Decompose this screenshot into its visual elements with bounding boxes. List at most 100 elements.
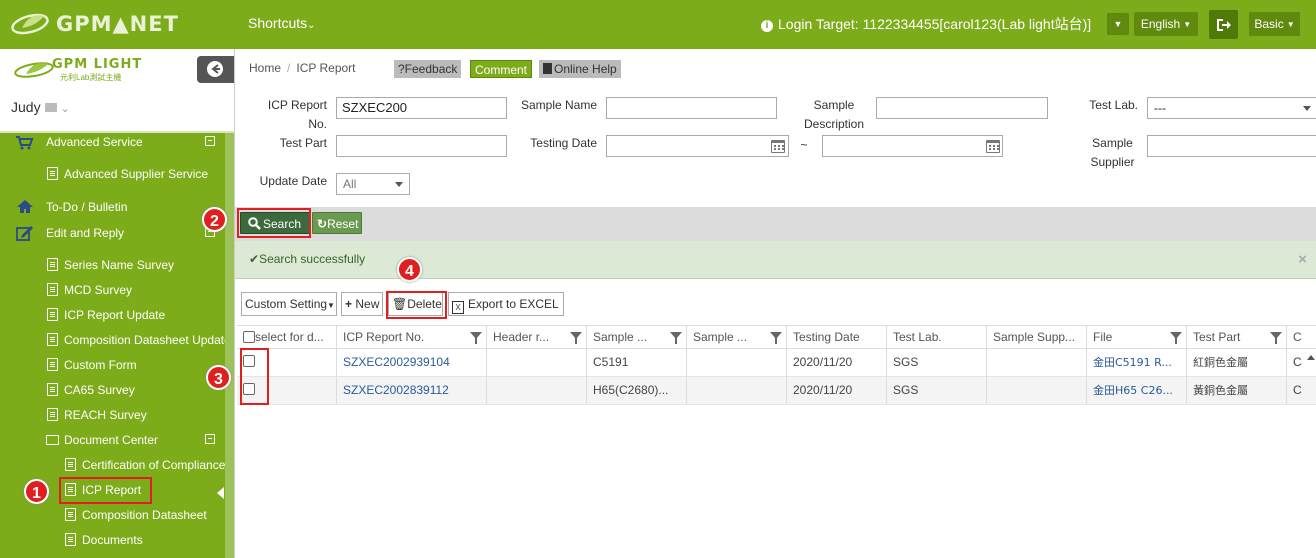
- chevron-down-icon: [1303, 106, 1311, 111]
- filter-icon[interactable]: [770, 332, 782, 344]
- testing-date-to-input[interactable]: [822, 135, 1003, 157]
- online-help-button[interactable]: Online Help: [539, 60, 621, 78]
- test-part-label: Test Part: [279, 136, 327, 150]
- alert-message: ✔Search successfully: [249, 252, 365, 266]
- sidebar-item-advanced-supplier-service[interactable]: Advanced Supplier Service: [0, 163, 225, 185]
- column-sample-supplier[interactable]: Sample Supp...: [987, 326, 1087, 348]
- shortcuts-label: Shortcuts: [248, 15, 308, 31]
- sample-supplier-input[interactable]: [1147, 135, 1316, 157]
- calendar-icon[interactable]: [771, 140, 785, 153]
- column-test-part[interactable]: Test Part: [1187, 326, 1287, 348]
- column-select[interactable]: select for d...: [237, 326, 337, 348]
- sidebar-item-label: To-Do / Bulletin: [46, 200, 128, 214]
- sidebar-item-reach-survey[interactable]: REACH Survey: [0, 404, 225, 426]
- report-no-link[interactable]: SZXEC2002839112: [337, 377, 487, 404]
- close-icon[interactable]: ×: [1298, 251, 1307, 268]
- export-excel-button[interactable]: X Export to EXCEL: [448, 292, 564, 316]
- logout-icon: [1216, 18, 1231, 31]
- testing-date-cell: 2020/11/20: [787, 349, 887, 376]
- column-sample-2[interactable]: Sample ...: [687, 326, 787, 348]
- sidebar-item-composition-datasheet-update[interactable]: Composition Datasheet Update: [0, 329, 225, 351]
- sidebar-collapse-button[interactable]: [197, 56, 234, 83]
- test-lab-select[interactable]: ---: [1147, 97, 1316, 119]
- comment-button[interactable]: Comment: [470, 60, 533, 78]
- sidebar-item-mcd-survey[interactable]: MCD Survey: [0, 279, 225, 301]
- chevron-down-icon: ▼: [1113, 19, 1123, 29]
- sidebar-item-label: CA65 Survey: [64, 383, 135, 397]
- brand-subtitle: 元利Lab測試主機: [60, 73, 122, 82]
- login-target-dropdown-button[interactable]: ▼: [1107, 13, 1129, 35]
- sidebar-item-ca65-survey[interactable]: CA65 Survey: [0, 379, 225, 401]
- document-icon: [65, 533, 76, 546]
- column-c[interactable]: C: [1287, 326, 1316, 348]
- reset-button[interactable]: ↻Reset: [312, 212, 362, 234]
- table-row[interactable]: SZXEC2002839112 H65(C2680)... 2020/11/20…: [237, 377, 1316, 405]
- sidebar-scrollbar[interactable]: [225, 133, 234, 558]
- sidebar-item-certification-of-compliance[interactable]: Certification of Compliance: [0, 454, 225, 476]
- sidebar-item-series-name-survey[interactable]: Series Name Survey: [0, 254, 225, 276]
- update-date-select[interactable]: All: [336, 173, 410, 195]
- column-label: Header r...: [493, 330, 550, 344]
- file-link[interactable]: 金田C5191 R...: [1087, 349, 1187, 376]
- column-file[interactable]: File: [1087, 326, 1187, 348]
- scroll-up-icon[interactable]: [1307, 355, 1315, 360]
- sidebar-item-custom-form[interactable]: Custom Form: [0, 354, 225, 376]
- filter-icon[interactable]: [470, 332, 482, 344]
- feedback-button[interactable]: ?Feedback: [394, 60, 462, 78]
- sample-name-input[interactable]: [606, 97, 777, 119]
- sidebar-item-edit-and-reply[interactable]: Edit and Reply: [0, 222, 225, 244]
- sidebar-item-icp-report-update[interactable]: ICP Report Update: [0, 304, 225, 326]
- breadcrumb-home[interactable]: Home: [249, 61, 281, 75]
- column-sample-1[interactable]: Sample ...: [587, 326, 687, 348]
- custom-setting-dropdown[interactable]: Custom Setting▼: [241, 292, 337, 316]
- sample-description-input[interactable]: [876, 97, 1048, 119]
- filter-icon[interactable]: [570, 332, 582, 344]
- sidebar-item-advanced-service[interactable]: Advanced Service: [0, 131, 225, 153]
- header-cell: [487, 349, 587, 376]
- column-label: Testing Date: [793, 330, 860, 344]
- breadcrumb-separator: /: [287, 61, 291, 75]
- sidebar-item-composition-datasheet[interactable]: Composition Datasheet: [0, 504, 225, 526]
- sidebar-item-documents[interactable]: Documents: [0, 529, 225, 551]
- shortcuts-menu[interactable]: Shortcuts⌄: [248, 15, 316, 31]
- logout-button[interactable]: [1209, 10, 1238, 39]
- sample-name-label: Sample Name: [520, 98, 597, 112]
- grid-scrollbar[interactable]: [1306, 349, 1316, 405]
- test-part-input[interactable]: [336, 135, 507, 157]
- report-no-link[interactable]: SZXEC2002939104: [337, 349, 487, 376]
- icp-report-no-input[interactable]: SZXEC200: [336, 97, 507, 119]
- table-row[interactable]: SZXEC2002939104 C5191 2020/11/20 SGS 金田C…: [237, 349, 1316, 377]
- language-select[interactable]: English ▼: [1134, 12, 1198, 36]
- new-button[interactable]: + New: [341, 292, 383, 316]
- sample-cell: [687, 349, 787, 376]
- column-header-r[interactable]: Header r...: [487, 326, 587, 348]
- column-testing-date[interactable]: Testing Date: [787, 326, 887, 348]
- home-icon: [16, 199, 34, 221]
- select-all-checkbox[interactable]: [243, 331, 255, 343]
- filter-icon[interactable]: [1170, 332, 1182, 344]
- test-part-cell: 黃銅色金屬: [1187, 377, 1287, 404]
- file-link[interactable]: 金田H65 C26...: [1087, 377, 1187, 404]
- cart-icon: [16, 135, 34, 157]
- user-menu[interactable]: Judy ⌄: [11, 99, 70, 115]
- chevron-down-icon: ▼: [1183, 19, 1192, 29]
- app-logo[interactable]: GPM▲NET: [10, 9, 179, 39]
- document-icon: [65, 508, 76, 521]
- main-content: Home / ICP Report ?Feedback Comment Online…: [234, 49, 1316, 558]
- sidebar-item-todo-bulletin[interactable]: To-Do / Bulletin: [0, 196, 225, 218]
- column-test-lab[interactable]: Test Lab.: [887, 326, 987, 348]
- filter-icon[interactable]: [1270, 332, 1282, 344]
- filter-icon[interactable]: [670, 332, 682, 344]
- annotation-badge-4: 4: [397, 257, 422, 282]
- minus-square-icon: [205, 434, 215, 444]
- sidebar-item-document-center[interactable]: Document Center: [0, 429, 225, 451]
- testing-date-from-input[interactable]: [606, 135, 789, 157]
- column-label: C: [1293, 330, 1302, 344]
- column-icp-report-no[interactable]: ICP Report No.: [337, 326, 487, 348]
- document-icon: [47, 308, 58, 321]
- export-button-label: Export to EXCEL: [468, 297, 559, 311]
- grid-header: select for d... ICP Report No. Header r.…: [237, 325, 1316, 349]
- document-icon: [47, 383, 58, 396]
- mode-select[interactable]: Basic ▼: [1249, 12, 1300, 36]
- calendar-icon[interactable]: [986, 140, 1000, 153]
